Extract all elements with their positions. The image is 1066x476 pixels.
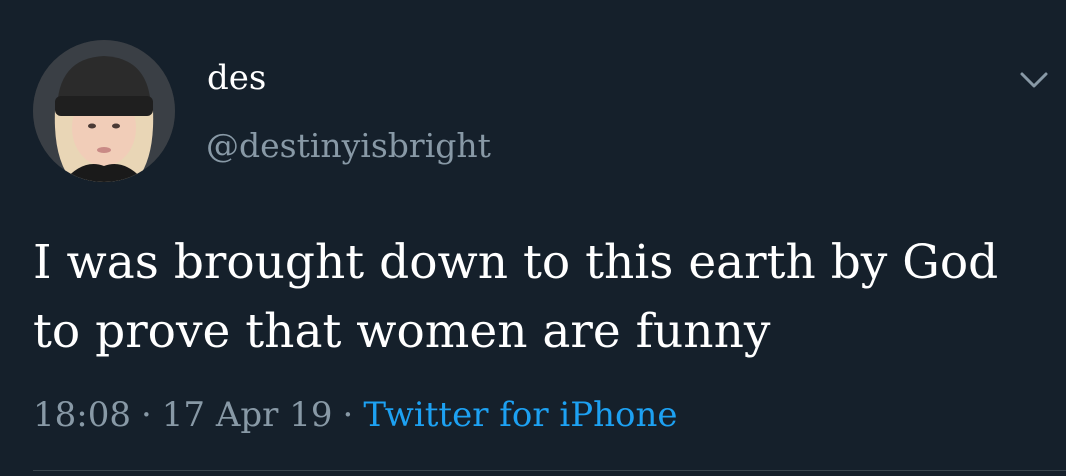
tweet-meta: 18:08 · 17 Apr 19 · Twitter for iPhone: [33, 393, 678, 437]
tweet-text-line: I was brought down to this earth by God: [33, 235, 999, 290]
avatar[interactable]: [33, 40, 175, 182]
tweet-source-link[interactable]: Twitter for iPhone: [363, 395, 677, 435]
user-handle[interactable]: @destinyisbright: [206, 126, 491, 166]
tweet-date[interactable]: 17 Apr 19: [162, 395, 333, 435]
separator-dot: ·: [342, 395, 354, 435]
chevron-down-icon[interactable]: [1014, 64, 1054, 96]
tweet-text-line: to prove that women are funny: [33, 304, 771, 359]
divider: [33, 470, 1066, 471]
separator-dot: ·: [140, 395, 152, 435]
tweet-time[interactable]: 18:08: [33, 395, 131, 435]
tweet-text: I was brought down to this earth by God …: [33, 228, 1043, 366]
display-name[interactable]: des: [207, 58, 266, 98]
tweet-card: des @destinyisbright I was brought down …: [0, 0, 1066, 476]
